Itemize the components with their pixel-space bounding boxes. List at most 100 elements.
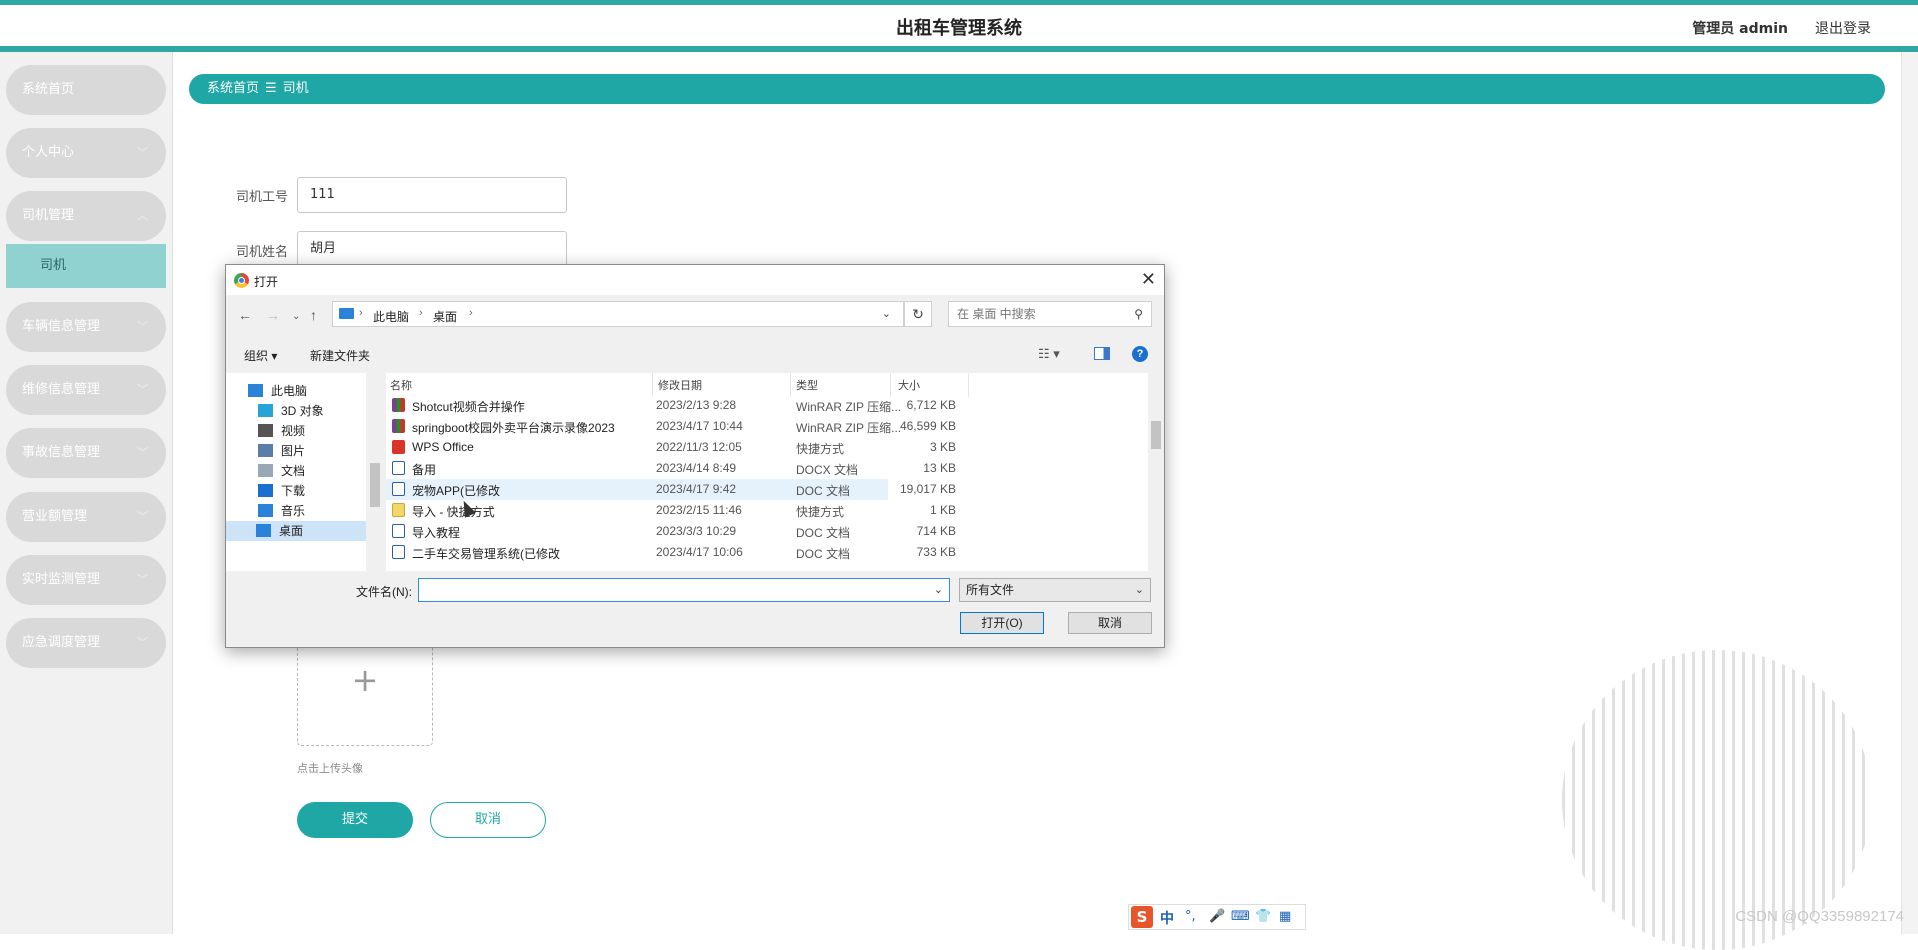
microphone-icon[interactable]: 🎤: [1209, 909, 1225, 924]
tree-item-downloads[interactable]: 下载: [258, 481, 305, 501]
document-icon: [258, 464, 273, 477]
logout-link[interactable]: 退出登录: [1815, 18, 1871, 38]
new-folder-button[interactable]: 新建文件夹: [310, 347, 370, 364]
tree-item-3d[interactable]: 3D 对象: [258, 401, 324, 421]
top-header: 出租车管理系统 管理员 admin 退出登录: [0, 0, 1918, 52]
nav-tree: 此电脑 3D 对象 视频 图片 文档 下载 音乐 桌面: [226, 373, 383, 571]
chevron-down-icon[interactable]: ⌄: [882, 307, 891, 320]
toolbox-icon[interactable]: ▦: [1279, 909, 1291, 924]
keyboard-icon[interactable]: ⌨: [1231, 909, 1250, 924]
column-type[interactable]: 类型: [796, 377, 818, 393]
up-icon[interactable]: ↑: [310, 307, 317, 323]
column-size[interactable]: 大小: [898, 377, 920, 393]
address-crumb-pc[interactable]: 此电脑: [373, 308, 409, 325]
forward-icon[interactable]: →: [266, 307, 280, 323]
list-scrollbar[interactable]: [1148, 373, 1164, 571]
tree-item-music[interactable]: 音乐: [258, 501, 305, 521]
column-name[interactable]: 名称: [390, 377, 412, 393]
file-size: 13 KB: [923, 461, 956, 475]
chevron-down-icon: ⌄: [1134, 584, 1144, 596]
column-divider[interactable]: [890, 373, 891, 397]
chrome-icon: [234, 273, 249, 288]
address-bar[interactable]: › 此电脑 › 桌面 › ⌄: [332, 301, 904, 327]
help-icon[interactable]: ?: [1132, 346, 1148, 362]
scrollbar-thumb[interactable]: [370, 463, 380, 507]
wps-icon: [392, 440, 405, 454]
desktop-icon: [256, 524, 271, 537]
open-button[interactable]: 打开(O): [960, 612, 1044, 634]
breadcrumb-home[interactable]: 系统首页: [207, 81, 259, 96]
search-input[interactable]: 在 桌面 中搜索 ⚲: [948, 301, 1152, 327]
back-icon[interactable]: ←: [238, 307, 252, 323]
tree-item-label: 文档: [281, 464, 306, 478]
tree-scrollbar[interactable]: [366, 373, 383, 571]
column-divider[interactable]: [652, 373, 653, 397]
sidebar-item-repairs[interactable]: 维修信息管理 ﹀: [6, 365, 166, 415]
sogou-logo-icon[interactable]: S: [1131, 906, 1153, 928]
column-divider[interactable]: [790, 373, 791, 397]
punctuation-icon[interactable]: °,: [1185, 909, 1196, 924]
sidebar-item-label: 系统首页: [22, 82, 75, 97]
sidebar-item-profile[interactable]: 个人中心 ﹀: [6, 128, 166, 178]
file-name: 导入教程: [412, 526, 461, 540]
driver-name-input[interactable]: 胡月: [297, 231, 567, 267]
close-icon[interactable]: ✕: [1141, 269, 1156, 290]
file-row[interactable]: springboot校园外卖平台演示录像2023 2023/4/17 10:44 W…: [386, 416, 956, 437]
file-row[interactable]: 备用 2023/4/14 8:49 DOCX 文档 13 KB: [386, 458, 956, 479]
view-options-icon[interactable]: ☷ ▾: [1038, 346, 1060, 362]
filename-input[interactable]: ⌄: [418, 578, 950, 602]
column-divider[interactable]: [968, 373, 969, 397]
tree-item-desktop[interactable]: 桌面: [226, 521, 366, 541]
cancel-button[interactable]: 取消: [430, 802, 546, 838]
filetype-select[interactable]: 所有文件 ⌄: [959, 578, 1151, 602]
dialog-titlebar[interactable]: 打开 ✕: [226, 265, 1164, 295]
chevron-down-icon: ﹀: [137, 320, 148, 333]
video-icon: [258, 424, 273, 437]
tree-item-pc[interactable]: 此电脑: [248, 381, 307, 401]
chevron-down-icon[interactable]: ⌄: [934, 583, 943, 596]
recent-dropdown-icon[interactable]: ⌄: [292, 311, 300, 322]
file-row[interactable]: 导入教程 2023/3/3 10:29 DOC 文档 714 KB: [386, 521, 956, 542]
tree-item-videos[interactable]: 视频: [258, 421, 305, 441]
file-row[interactable]: 二手车交易管理系统(已修改 2023/4/17 10:06 DOC 文档 733 KB: [386, 542, 956, 563]
file-date: 2023/2/13 9:28: [656, 398, 737, 412]
page-scrollbar[interactable]: [1901, 52, 1918, 934]
address-crumb-desktop[interactable]: 桌面: [433, 308, 457, 325]
sidebar-item-dispatch[interactable]: 应急调度管理 ﹀: [6, 618, 166, 668]
watermark: CSDN @QQ3359892174: [1735, 908, 1904, 925]
preview-pane-icon[interactable]: [1094, 347, 1110, 360]
file-row-hovered[interactable]: 宠物APP(已修改 2023/4/17 9:42 DOC 文档 19,017 KB: [386, 479, 956, 500]
file-name: springboot校园外卖平台演示录像2023: [412, 421, 615, 435]
sidebar-item-label: 维修信息管理: [22, 382, 101, 397]
file-size: 19,017 KB: [899, 482, 956, 496]
file-list: 名称 修改日期 类型 大小 Shotcut视频合并操作 2023/2/13 9:2…: [386, 373, 1148, 571]
file-date: 2023/4/17 9:42: [656, 482, 737, 496]
dialog-cancel-button[interactable]: 取消: [1068, 612, 1152, 634]
chevron-right-icon: ›: [469, 307, 473, 319]
sidebar-item-accidents[interactable]: 事故信息管理 ﹀: [6, 428, 166, 478]
sidebar-item-drivers[interactable]: 司机管理 ︿: [6, 191, 166, 241]
tree-item-label: 下载: [281, 484, 306, 498]
skin-icon[interactable]: 👕: [1255, 909, 1271, 924]
file-row[interactable]: WPS Office 2022/11/3 12:05 快捷方式 3 KB: [386, 437, 956, 458]
sidebar-subitem-driver[interactable]: 司机: [6, 244, 166, 288]
sidebar-item-home[interactable]: 系统首页: [6, 65, 166, 115]
zip-file-icon: [392, 419, 405, 433]
column-date[interactable]: 修改日期: [658, 377, 702, 393]
organize-button[interactable]: 组织 ▾: [244, 347, 277, 364]
scrollbar-thumb[interactable]: [1151, 421, 1161, 449]
breadcrumb: 系统首页 ☰ 司机: [189, 74, 1885, 104]
ime-language-toggle[interactable]: 中: [1160, 908, 1174, 928]
breadcrumb-current: 司机: [282, 81, 309, 96]
sidebar-item-monitoring[interactable]: 实时监测管理 ﹀: [6, 555, 166, 605]
submit-button[interactable]: 提交: [297, 802, 413, 838]
file-row[interactable]: Shotcut视频合并操作 2023/2/13 9:28 WinRAR ZIP 压缩…: [386, 395, 956, 416]
sidebar-item-revenue[interactable]: 营业额管理 ﹀: [6, 492, 166, 542]
tree-item-documents[interactable]: 文档: [258, 461, 305, 481]
driver-no-input[interactable]: 111: [297, 177, 567, 213]
sidebar-item-label: 实时监测管理: [22, 572, 101, 587]
sidebar-item-vehicles[interactable]: 车辆信息管理 ﹀: [6, 302, 166, 352]
sidebar-item-label: 司机管理: [22, 208, 75, 223]
refresh-icon[interactable]: ↻: [904, 301, 932, 327]
tree-item-pictures[interactable]: 图片: [258, 441, 305, 461]
